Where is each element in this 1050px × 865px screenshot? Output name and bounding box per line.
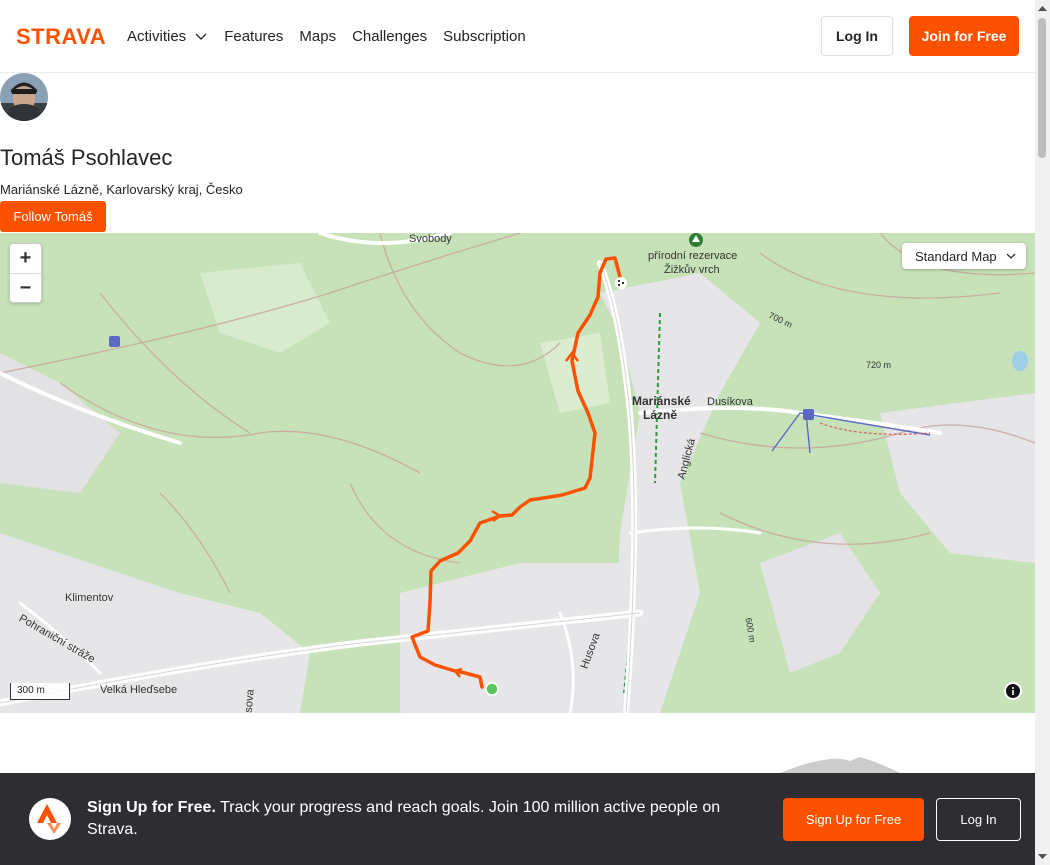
- route-start-marker[interactable]: [485, 682, 499, 696]
- banner-message: Sign Up for Free. Track your progress an…: [87, 797, 757, 841]
- map-label-svobody: Svobody: [409, 233, 452, 245]
- strava-icon: [29, 798, 71, 840]
- map-style-select[interactable]: Standard Map: [902, 243, 1026, 269]
- top-navigation: STRAVA Activities Features Maps Challeng…: [0, 0, 1035, 73]
- banner-login-button[interactable]: Log In: [936, 798, 1021, 841]
- elevation-chart: [780, 757, 900, 773]
- follow-button[interactable]: Follow Tomáš: [0, 201, 106, 232]
- map-style-value: Standard Map: [915, 248, 997, 264]
- info-icon[interactable]: [1004, 682, 1022, 700]
- main-nav: Activities Features Maps Challenges Subs…: [127, 0, 542, 72]
- elevation-profile: [0, 713, 1035, 773]
- nav-maps[interactable]: Maps: [299, 28, 336, 45]
- zoom-out-button[interactable]: −: [10, 273, 41, 303]
- svg-text:STRAVA: STRAVA: [16, 25, 106, 47]
- scroll-thumb[interactable]: [1038, 18, 1046, 158]
- scrollbar[interactable]: [1035, 0, 1050, 865]
- nav-activities-label: Activities: [127, 27, 187, 45]
- chevron-down-icon: [1006, 253, 1016, 259]
- athlete-location: Mariánské Lázně, Karlovarský kraj, Česko: [0, 182, 243, 197]
- route-finish-marker[interactable]: [615, 277, 627, 289]
- zoom-in-button[interactable]: +: [10, 244, 41, 273]
- athlete-name: Tomáš Psohlavec: [0, 145, 173, 170]
- map-label-contour-720: 720 m: [866, 360, 892, 370]
- page: STRAVA Activities Features Maps Challeng…: [0, 0, 1035, 865]
- map-label-duskova: Dusíkova: [707, 396, 753, 408]
- bus-stop-icon: [109, 336, 120, 347]
- nav-subscription[interactable]: Subscription: [443, 28, 526, 45]
- zoom-controls: + −: [9, 243, 42, 303]
- nav-challenges[interactable]: Challenges: [352, 28, 427, 45]
- map-label-reserve-line-2: Žižkův vrch: [664, 264, 720, 276]
- login-button[interactable]: Log In: [821, 16, 893, 56]
- signup-banner: Sign Up for Free. Track your progress an…: [0, 773, 1035, 865]
- map-label-town-line-1: Mariánské: [632, 394, 691, 408]
- map-label-sova: sova: [242, 688, 257, 713]
- route-map[interactable]: Svobody přírodní rezervace Žižkův vrch M…: [0, 233, 1035, 713]
- scroll-down-arrow[interactable]: [1038, 852, 1047, 861]
- map-label-velka: Velká Hleďsebe: [100, 684, 178, 696]
- nav-activities[interactable]: Activities: [127, 28, 208, 45]
- nav-features[interactable]: Features: [224, 28, 283, 45]
- banner-headline: Sign Up for Free.: [87, 799, 216, 816]
- map-label-klimentov: Klimentov: [65, 592, 114, 604]
- avatar-image: [0, 73, 48, 121]
- join-button[interactable]: Join for Free: [909, 16, 1019, 56]
- avatar[interactable]: [0, 73, 48, 121]
- chevron-down-icon: [195, 33, 207, 40]
- map-canvas: [0, 233, 1035, 713]
- strava-logo[interactable]: STRAVA: [16, 25, 112, 47]
- map-scale: 300 m: [10, 683, 70, 700]
- map-label-town-line-2: Lázně: [643, 408, 678, 422]
- banner-signup-button[interactable]: Sign Up for Free: [783, 798, 924, 841]
- map-label-reserve-line-1: přírodní rezervace: [648, 250, 738, 262]
- scroll-up-arrow[interactable]: [1038, 4, 1047, 13]
- ski-lift-icon: [803, 409, 814, 420]
